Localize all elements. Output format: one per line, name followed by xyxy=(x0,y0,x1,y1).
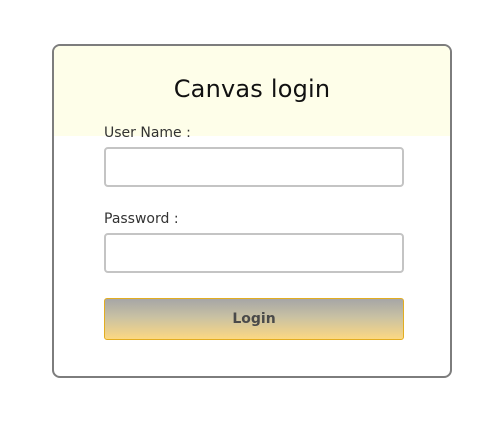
login-title: Canvas login xyxy=(173,75,331,103)
password-label: Password : xyxy=(104,211,179,227)
username-input[interactable] xyxy=(104,147,404,187)
password-input[interactable] xyxy=(104,233,404,273)
username-label: User Name : xyxy=(104,125,191,141)
login-button[interactable]: Login xyxy=(104,298,404,340)
login-header: Canvas login xyxy=(54,46,450,136)
login-card: Canvas login User Name : Password : Logi… xyxy=(52,44,452,378)
